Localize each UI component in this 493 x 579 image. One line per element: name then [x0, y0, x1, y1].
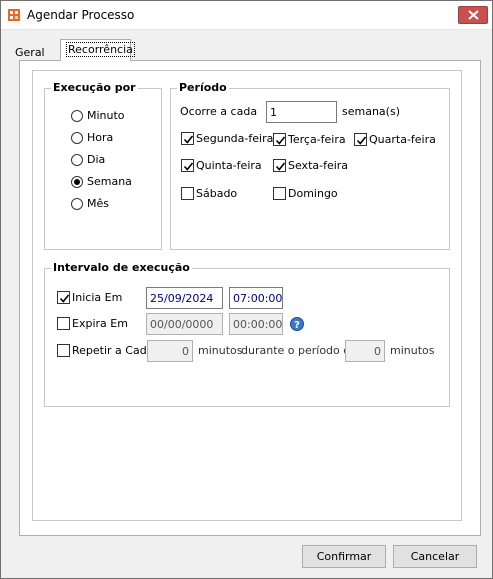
repetir-value-input[interactable]: 0 — [147, 340, 193, 362]
durante-label: durante o período de — [241, 344, 358, 357]
radio-minuto[interactable]: Minuto — [71, 109, 125, 122]
close-icon — [468, 10, 479, 20]
checkbox-checked-icon[interactable] — [57, 291, 70, 304]
expira-time-input[interactable]: 00:00:00 — [229, 313, 283, 335]
checkbox-unchecked-icon[interactable] — [181, 187, 194, 200]
tab-geral[interactable]: Geral — [9, 42, 54, 62]
expira-date-input[interactable]: 00/00/0000 — [146, 313, 223, 335]
check-inicia-label: Inicia Em — [72, 291, 123, 304]
radio-semana-label: Semana — [87, 175, 132, 188]
radio-icon[interactable] — [71, 153, 83, 166]
unit-label: semana(s) — [342, 105, 400, 118]
ocorre-input[interactable]: 1 — [266, 101, 337, 123]
periodo-label: Período — [177, 81, 229, 94]
check-terca[interactable]: Terça-feira — [273, 133, 346, 146]
intervalo-label: Intervalo de execução — [51, 261, 192, 274]
checkbox-checked-icon[interactable] — [181, 159, 194, 172]
check-inicia[interactable]: Inicia Em — [57, 291, 122, 304]
check-quinta[interactable]: Quinta-feira — [181, 159, 262, 172]
checkbox-checked-icon[interactable] — [273, 133, 286, 146]
periodo-value-input[interactable]: 0 — [345, 340, 385, 362]
radio-selected-icon[interactable] — [71, 175, 83, 188]
checkbox-checked-icon[interactable] — [273, 159, 286, 172]
execucao-label: Execução por — [51, 81, 138, 94]
check-expira-label: Expira Em — [72, 317, 128, 330]
check-segunda-label: Segunda-feira — [196, 132, 274, 145]
tab-recorrencia-label: Recorrência — [66, 42, 135, 57]
tab-recorrencia[interactable]: Recorrência — [60, 39, 135, 61]
cancelar-button[interactable]: Cancelar — [393, 545, 477, 568]
checkbox-checked-icon[interactable] — [354, 133, 367, 146]
checkbox-unchecked-icon[interactable] — [57, 317, 70, 330]
radio-dia-label: Dia — [87, 153, 106, 166]
checkbox-checked-icon[interactable] — [181, 132, 194, 145]
minutos-label-2: minutos — [390, 344, 435, 357]
radio-icon[interactable] — [71, 109, 83, 122]
check-sexta-label: Sexta-feira — [288, 159, 349, 172]
radio-icon[interactable] — [71, 131, 83, 144]
confirmar-button[interactable]: Confirmar — [302, 545, 386, 568]
ocorre-label: Ocorre a cada — [180, 105, 258, 118]
radio-mes[interactable]: Mês — [71, 197, 109, 210]
help-icon[interactable]: ? — [290, 317, 304, 331]
radio-hora[interactable]: Hora — [71, 131, 113, 144]
check-domingo[interactable]: Domingo — [273, 187, 338, 200]
radio-minuto-label: Minuto — [87, 109, 125, 122]
check-quarta[interactable]: Quarta-feira — [354, 133, 436, 146]
inicia-date-input[interactable]: 25/09/2024 — [146, 287, 223, 309]
check-segunda[interactable]: Segunda-feira — [181, 132, 273, 145]
checkbox-unchecked-icon[interactable] — [273, 187, 286, 200]
radio-mes-label: Mês — [87, 197, 109, 210]
check-quarta-label: Quarta-feira — [369, 133, 436, 146]
radio-hora-label: Hora — [87, 131, 114, 144]
radio-semana[interactable]: Semana — [71, 175, 132, 188]
check-quinta-label: Quinta-feira — [196, 159, 262, 172]
close-button[interactable] — [458, 6, 488, 24]
svg-text:?: ? — [294, 320, 300, 331]
check-sexta[interactable]: Sexta-feira — [273, 159, 348, 172]
app-icon — [8, 9, 20, 21]
check-repetir-label: Repetir a Cada — [72, 344, 154, 357]
check-sabado[interactable]: Sábado — [181, 187, 237, 200]
window-title: Agendar Processo — [27, 8, 135, 22]
check-domingo-label: Domingo — [288, 187, 338, 200]
check-expira[interactable]: Expira Em — [57, 317, 128, 330]
check-sabado-label: Sábado — [196, 187, 238, 200]
radio-icon[interactable] — [71, 197, 83, 210]
radio-dia[interactable]: Dia — [71, 153, 105, 166]
checkbox-unchecked-icon[interactable] — [57, 344, 70, 357]
check-terca-label: Terça-feira — [288, 133, 346, 146]
check-repetir[interactable]: Repetir a Cada — [57, 344, 153, 357]
inicia-time-input[interactable]: 07:00:00 — [229, 287, 283, 309]
title-bar[interactable]: Agendar Processo — [1, 1, 492, 30]
minutos-label-1: minutos — [198, 344, 243, 357]
dialog-window: Agendar Processo Geral Recorrência Execu… — [0, 0, 493, 579]
